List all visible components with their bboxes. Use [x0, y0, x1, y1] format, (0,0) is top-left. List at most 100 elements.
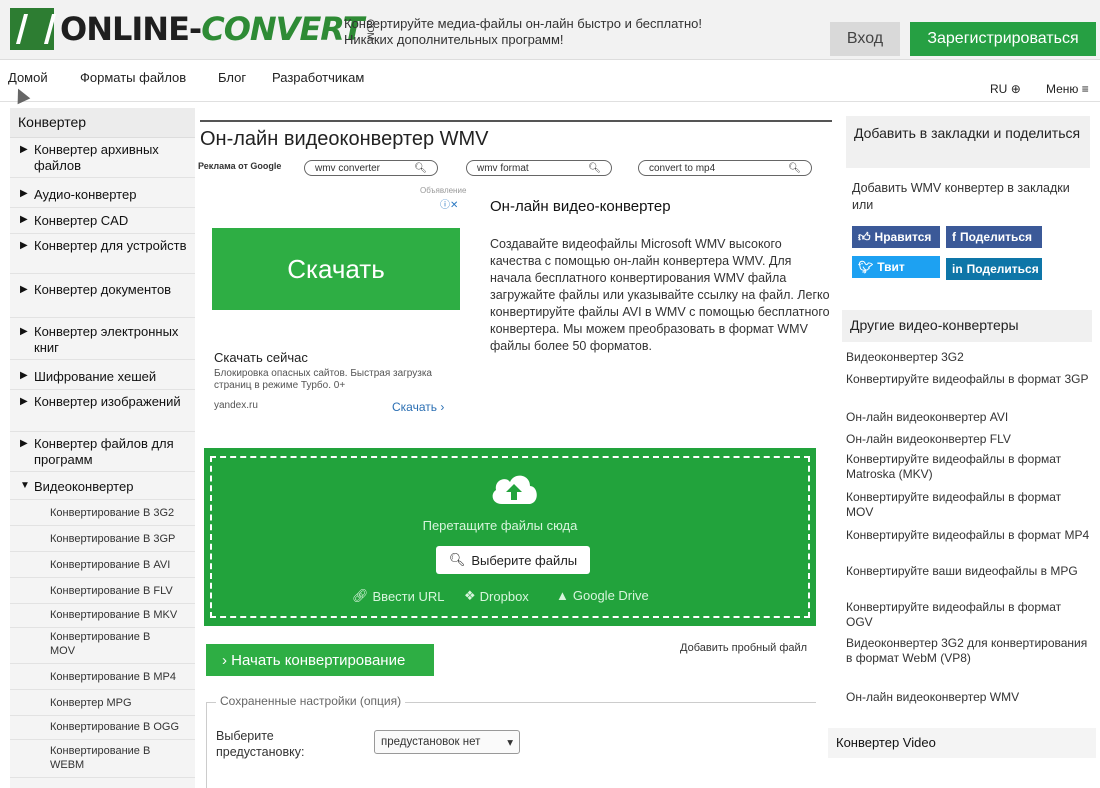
register-button[interactable]: Зарегистрироваться	[910, 22, 1096, 56]
other-converter-link[interactable]: Конвертируйте видеофайлы в формат MOV	[846, 490, 1090, 520]
twitter-icon: 🐦︎	[858, 260, 874, 274]
description-title: Он-лайн видео-конвертер	[490, 198, 671, 215]
google-drive-button[interactable]: ▲ Google Drive	[556, 588, 649, 603]
caret-right-icon: ▶	[20, 240, 28, 251]
ad-search-pill[interactable]: wmv format 🔍︎	[466, 160, 612, 176]
other-converter-link[interactable]: Конвертируйте видеофайлы в формат 3GP	[846, 372, 1090, 387]
tweet-button[interactable]: 🐦︎ Твит	[852, 256, 940, 278]
ad-domain: yandex.ru	[214, 400, 258, 411]
caret-right-icon: ▶	[20, 144, 28, 155]
sidebar-item-cad[interactable]: ▶ Конвертер CAD	[10, 210, 195, 234]
ad-small-label: Объявление	[420, 186, 467, 195]
other-converters-title: Другие видео-конвертеры	[842, 310, 1092, 342]
linkedin-icon: in	[952, 262, 963, 276]
linkedin-share-button[interactable]: in Поделиться	[946, 258, 1042, 280]
search-icon: 🔍︎	[588, 162, 601, 174]
sidebar-item-images[interactable]: ▶ Конвертер изображений	[10, 392, 195, 432]
bookmark-text: Добавить WMV конвертер в закладки или	[852, 181, 1070, 212]
other-converter-link[interactable]: Конвертируйте видеофайлы в формат MP4	[846, 528, 1090, 543]
logo-mark-icon	[10, 8, 54, 50]
video-converter-title: Конвертер Video	[828, 728, 1096, 758]
preset-select[interactable]: предустановок нет ▾	[374, 730, 520, 754]
other-converter-link[interactable]: Конвертируйте видеофайлы в формат OGV	[846, 600, 1090, 630]
ad-search-pill[interactable]: convert to mp4 🔍︎	[638, 160, 812, 176]
sidebar-item-devices[interactable]: ▶ Конвертер для устройств	[10, 236, 195, 274]
caret-right-icon: ▶	[20, 370, 28, 381]
tagline: Конвертируйте медиа-файлы он-лайн быстро…	[344, 16, 703, 47]
sidebar-item-video[interactable]: ▼ Видеоконвертер	[10, 476, 195, 500]
saved-settings-legend: Сохраненные настройки (опция)	[216, 694, 406, 708]
nav-file-formats[interactable]: Форматы файлов	[80, 70, 186, 85]
caret-right-icon: ▶	[20, 284, 28, 295]
caret-right-icon: ▶	[20, 188, 28, 199]
choose-files-button[interactable]: 🔍︎ Выберите файлы	[436, 546, 590, 574]
start-conversion-button[interactable]: › Начать конвертирование	[206, 644, 434, 676]
nav-developers[interactable]: Разработчикам	[272, 70, 364, 85]
search-icon: 🔍︎	[448, 552, 466, 567]
ad-title[interactable]: Скачать сейчас	[214, 350, 308, 365]
ad-description: Блокировка опасных сайтов. Быстрая загру…	[214, 368, 432, 391]
sidebar-subitem-mpg[interactable]: Конвертер MPG	[10, 692, 195, 716]
facebook-like-button[interactable]: 👍︎ Нравится	[852, 226, 940, 248]
sidebar-subitem-ogg[interactable]: Конвертирование В OGG	[10, 716, 195, 740]
caret-down-icon: ▼	[20, 480, 30, 491]
search-icon: 🔍︎	[788, 162, 801, 174]
other-converter-link[interactable]: Конвертируйте видеофайлы в формат Matros…	[846, 452, 1090, 482]
facebook-share-button[interactable]: f Поделиться	[946, 226, 1042, 248]
sidebar-subitem-avi[interactable]: Конвертирование В AVI	[10, 554, 195, 578]
chevron-right-icon: ›	[222, 651, 232, 669]
sidebar-title: Конвертер	[10, 108, 195, 138]
chevron-down-icon: ▾	[507, 737, 513, 749]
other-converter-link[interactable]: Он-лайн видеоконвертер FLV	[846, 432, 1090, 447]
other-converter-link[interactable]: Он-лайн видеоконвертер AVI	[846, 410, 1090, 425]
site-logo[interactable]: ONLINE-CONVERT COM	[10, 6, 375, 52]
caret-right-icon: ▶	[20, 438, 28, 449]
ads-label: Реклама от Google	[198, 161, 282, 171]
chevron-right-icon: ›	[440, 400, 445, 414]
sidebar-item-hash[interactable]: ▶ Шифрование хешей	[10, 366, 195, 390]
sidebar-subitem-3g2[interactable]: Конвертирование В 3G2	[10, 502, 195, 526]
top-nav: Домой Форматы файлов Блог Разработчикам …	[0, 60, 1100, 102]
bookmark-title: Добавить в закладки и поделиться	[846, 116, 1090, 168]
dropbox-icon: ❖	[464, 588, 476, 603]
nav-home[interactable]: Домой	[8, 70, 48, 85]
other-converter-link[interactable]: Конвертируйте ваши видеофайлы в MPG	[846, 564, 1090, 579]
menu-button[interactable]: Меню ≡	[1046, 82, 1089, 96]
sidebar-subitem-mkv[interactable]: Конвертирование В MKV	[10, 604, 195, 628]
sidebar-subitem-mov[interactable]: Конвертирование В MOV	[10, 628, 195, 664]
sidebar-item-archive[interactable]: ▶ Конвертер архивных файлов	[10, 140, 195, 178]
hamburger-icon: ≡	[1081, 82, 1089, 96]
ad-download-banner[interactable]: Скачать	[212, 228, 460, 310]
sidebar-subitem-3gp[interactable]: Конвертирование В 3GP	[10, 528, 195, 552]
sidebar-item-audio[interactable]: ▶ Аудио-конвертер	[10, 184, 195, 208]
nav-blog[interactable]: Блог	[218, 70, 246, 85]
search-icon: 🔍︎	[414, 162, 427, 174]
sidebar-subitem-webm[interactable]: Конвертирование В WEBM	[10, 742, 195, 778]
other-converter-link[interactable]: Он-лайн видеоконвертер WMV	[846, 690, 1090, 705]
link-icon: 🔗︎	[352, 588, 369, 603]
ad-info-close-icon[interactable]: ⓘ✕	[440, 196, 458, 211]
login-button[interactable]: Вход	[830, 22, 900, 56]
globe-icon: ⊕	[1010, 82, 1021, 96]
logo-text: ONLINE-CONVERT	[60, 10, 364, 48]
other-converter-link[interactable]: Видеоконвертер 3G2 для конвертирования в…	[846, 636, 1090, 666]
other-converter-link[interactable]: Видеоконвертер 3G2	[846, 350, 1090, 365]
sidebar-item-documents[interactable]: ▶ Конвертер документов	[10, 280, 195, 318]
page-title: Он-лайн видеоконвертер WMV	[200, 120, 832, 151]
sidebar-subitem-mp4[interactable]: Конвертирование В MP4	[10, 666, 195, 690]
enter-url-button[interactable]: 🔗︎ Ввести URL	[352, 588, 445, 604]
add-sample-file-link[interactable]: Добавить пробный файл	[680, 642, 807, 654]
ad-search-pill[interactable]: wmv converter 🔍︎	[304, 160, 438, 176]
facebook-icon: f	[952, 230, 956, 244]
language-selector[interactable]: RU ⊕	[990, 82, 1021, 96]
sidebar-item-ebooks[interactable]: ▶ Конвертер электронных книг	[10, 322, 195, 360]
sidebar-subitem-flv[interactable]: Конвертирование В FLV	[10, 580, 195, 604]
caret-right-icon: ▶	[20, 214, 28, 225]
thumbs-up-icon: 👍︎	[858, 229, 871, 244]
preset-label: Выберите предустановку:	[216, 729, 305, 759]
caret-right-icon: ▶	[20, 396, 28, 407]
dropbox-button[interactable]: ❖ Dropbox	[464, 588, 529, 604]
google-drive-icon: ▲	[556, 588, 569, 603]
ad-download-link[interactable]: Скачать ›	[392, 400, 444, 414]
sidebar-item-software[interactable]: ▶ Конвертер файлов для программ	[10, 434, 195, 472]
